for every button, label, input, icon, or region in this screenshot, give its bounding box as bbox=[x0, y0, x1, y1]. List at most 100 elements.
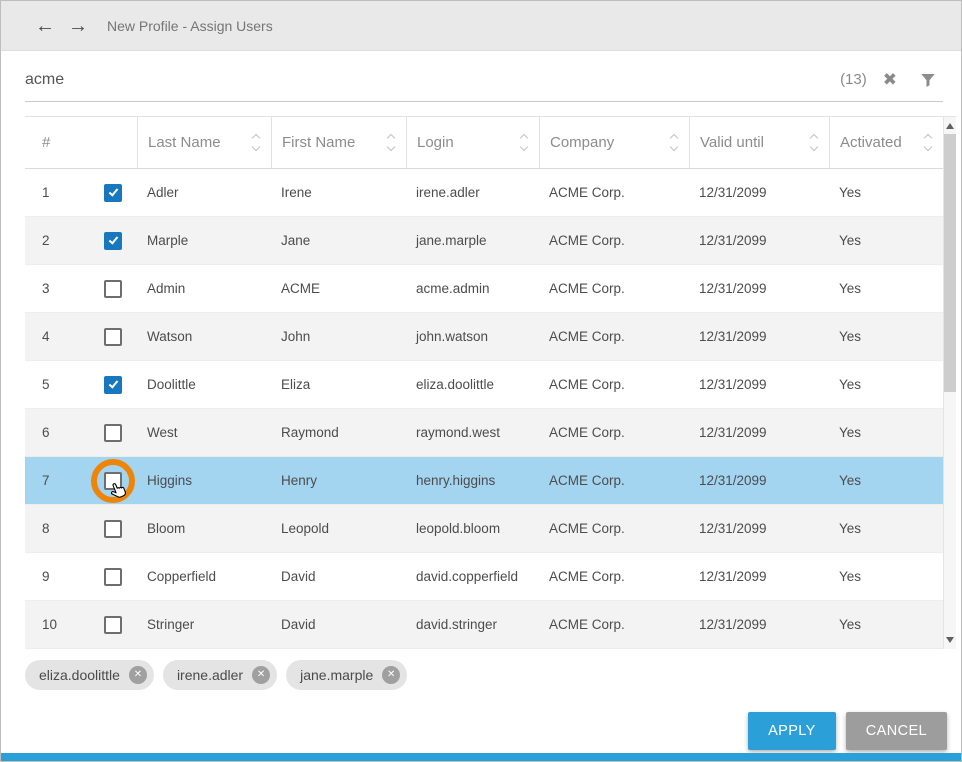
sort-down-icon bbox=[252, 143, 260, 151]
forward-arrow-icon[interactable]: → bbox=[68, 16, 88, 36]
row-number-cell: 1 bbox=[25, 169, 137, 216]
row-checkbox[interactable] bbox=[104, 184, 122, 202]
cell-company: ACME Corp. bbox=[539, 553, 689, 600]
row-number: 5 bbox=[42, 377, 104, 392]
row-number: 6 bbox=[42, 425, 104, 440]
chip-label: irene.adler bbox=[177, 667, 243, 683]
cell-company: ACME Corp. bbox=[539, 265, 689, 312]
cell-first-name: Raymond bbox=[271, 409, 406, 456]
cell-last-name: Watson bbox=[137, 313, 271, 360]
chip-remove-icon[interactable]: ✕ bbox=[252, 666, 270, 684]
users-table: #Last NameFirst NameLoginCompanyValid un… bbox=[25, 116, 956, 649]
cell-last-name: Bloom bbox=[137, 505, 271, 552]
row-number: 7 bbox=[42, 473, 104, 488]
selected-user-chip: eliza.doolittle ✕ bbox=[25, 660, 154, 690]
assign-users-window: ← → New Profile - Assign Users (13) ✖ #L… bbox=[0, 0, 962, 762]
row-number: 4 bbox=[42, 329, 104, 344]
row-checkbox[interactable] bbox=[104, 280, 122, 298]
cell-activated: Yes bbox=[829, 361, 943, 408]
row-checkbox[interactable] bbox=[104, 424, 122, 442]
sort-down-icon bbox=[520, 143, 528, 151]
row-checkbox-wrap bbox=[104, 328, 122, 346]
apply-button[interactable]: APPLY bbox=[748, 712, 836, 750]
column-header-login[interactable]: Login bbox=[406, 117, 539, 168]
filter-icon[interactable] bbox=[919, 71, 937, 89]
table-row[interactable]: 9CopperfieldDaviddavid.copperfieldACME C… bbox=[25, 553, 943, 601]
cancel-button[interactable]: CANCEL bbox=[846, 712, 947, 750]
row-checkbox[interactable] bbox=[104, 520, 122, 538]
back-arrow-icon[interactable]: ← bbox=[35, 16, 55, 36]
sort-up-icon bbox=[924, 134, 932, 142]
users-table-inner: #Last NameFirst NameLoginCompanyValid un… bbox=[25, 117, 943, 649]
scrollbar-down-arrow[interactable] bbox=[946, 637, 954, 643]
table-row[interactable]: 3AdminACMEacme.adminACME Corp.12/31/2099… bbox=[25, 265, 943, 313]
cell-valid-until: 12/31/2099 bbox=[689, 553, 829, 600]
sort-up-icon bbox=[520, 134, 528, 142]
row-number: 8 bbox=[42, 521, 104, 536]
clear-search-icon[interactable]: ✖ bbox=[883, 71, 897, 88]
table-row[interactable]: 8BloomLeopoldleopold.bloomACME Corp.12/3… bbox=[25, 505, 943, 553]
table-row[interactable]: 7HigginsHenryhenry.higginsACME Corp.12/3… bbox=[25, 457, 943, 505]
cell-valid-until: 12/31/2099 bbox=[689, 169, 829, 216]
scrollbar-up-arrow[interactable] bbox=[946, 123, 954, 129]
cell-last-name: Stringer bbox=[137, 601, 271, 648]
row-number-cell: 9 bbox=[25, 553, 137, 600]
sort-down-icon bbox=[387, 143, 395, 151]
cell-last-name: West bbox=[137, 409, 271, 456]
row-checkbox-wrap bbox=[104, 424, 122, 442]
titlebar: ← → New Profile - Assign Users bbox=[1, 1, 961, 51]
chip-label: eliza.doolittle bbox=[39, 667, 120, 683]
cell-first-name: Irene bbox=[271, 169, 406, 216]
row-number: 9 bbox=[42, 569, 104, 584]
row-checkbox[interactable] bbox=[104, 376, 122, 394]
sort-down-icon bbox=[670, 143, 678, 151]
action-bar: APPLY CANCEL bbox=[1, 712, 961, 750]
table-row[interactable]: 2MarpleJanejane.marpleACME Corp.12/31/20… bbox=[25, 217, 943, 265]
cell-company: ACME Corp. bbox=[539, 217, 689, 264]
row-checkbox-wrap bbox=[104, 280, 122, 298]
row-checkbox[interactable] bbox=[104, 568, 122, 586]
result-count: (13) bbox=[840, 71, 867, 88]
bottom-accent-bar bbox=[1, 753, 961, 761]
column-header-first-name[interactable]: First Name bbox=[271, 117, 406, 168]
row-checkbox[interactable] bbox=[104, 328, 122, 346]
checkmark-icon bbox=[109, 186, 119, 196]
table-row[interactable]: 6WestRaymondraymond.westACME Corp.12/31/… bbox=[25, 409, 943, 457]
cell-login: leopold.bloom bbox=[406, 505, 539, 552]
column-header-activated[interactable]: Activated bbox=[829, 117, 943, 168]
table-header-row: #Last NameFirst NameLoginCompanyValid un… bbox=[25, 117, 943, 169]
table-row[interactable]: 10StringerDaviddavid.stringerACME Corp.1… bbox=[25, 601, 943, 649]
row-number-cell: 7 bbox=[25, 457, 137, 504]
row-checkbox-wrap bbox=[104, 232, 122, 250]
cell-login: david.copperfield bbox=[406, 553, 539, 600]
chip-remove-icon[interactable]: ✕ bbox=[382, 666, 400, 684]
row-checkbox-wrap bbox=[104, 520, 122, 538]
table-row[interactable]: 4WatsonJohnjohn.watsonACME Corp.12/31/20… bbox=[25, 313, 943, 361]
cell-activated: Yes bbox=[829, 457, 943, 504]
table-scrollbar[interactable] bbox=[943, 117, 956, 649]
cell-company: ACME Corp. bbox=[539, 409, 689, 456]
column-header-company[interactable]: Company bbox=[539, 117, 689, 168]
column-header-valid-until[interactable]: Valid until bbox=[689, 117, 829, 168]
row-number: 1 bbox=[42, 185, 104, 200]
row-checkbox[interactable] bbox=[104, 616, 122, 634]
scrollbar-thumb[interactable] bbox=[944, 134, 956, 392]
cell-first-name: ACME bbox=[271, 265, 406, 312]
cell-company: ACME Corp. bbox=[539, 457, 689, 504]
cell-login: eliza.doolittle bbox=[406, 361, 539, 408]
row-checkbox[interactable] bbox=[104, 232, 122, 250]
cell-company: ACME Corp. bbox=[539, 361, 689, 408]
cell-activated: Yes bbox=[829, 505, 943, 552]
chip-remove-icon[interactable]: ✕ bbox=[129, 666, 147, 684]
sort-up-icon bbox=[670, 134, 678, 142]
row-checkbox[interactable] bbox=[104, 472, 122, 490]
table-row[interactable]: 1AdlerIreneirene.adlerACME Corp.12/31/20… bbox=[25, 169, 943, 217]
cell-valid-until: 12/31/2099 bbox=[689, 601, 829, 648]
cell-valid-until: 12/31/2099 bbox=[689, 217, 829, 264]
cell-last-name: Marple bbox=[137, 217, 271, 264]
table-row[interactable]: 5DoolittleElizaeliza.doolittleACME Corp.… bbox=[25, 361, 943, 409]
column-header-last-name[interactable]: Last Name bbox=[137, 117, 271, 168]
search-input[interactable] bbox=[25, 71, 840, 89]
checkmark-icon bbox=[109, 234, 119, 244]
cell-first-name: Leopold bbox=[271, 505, 406, 552]
